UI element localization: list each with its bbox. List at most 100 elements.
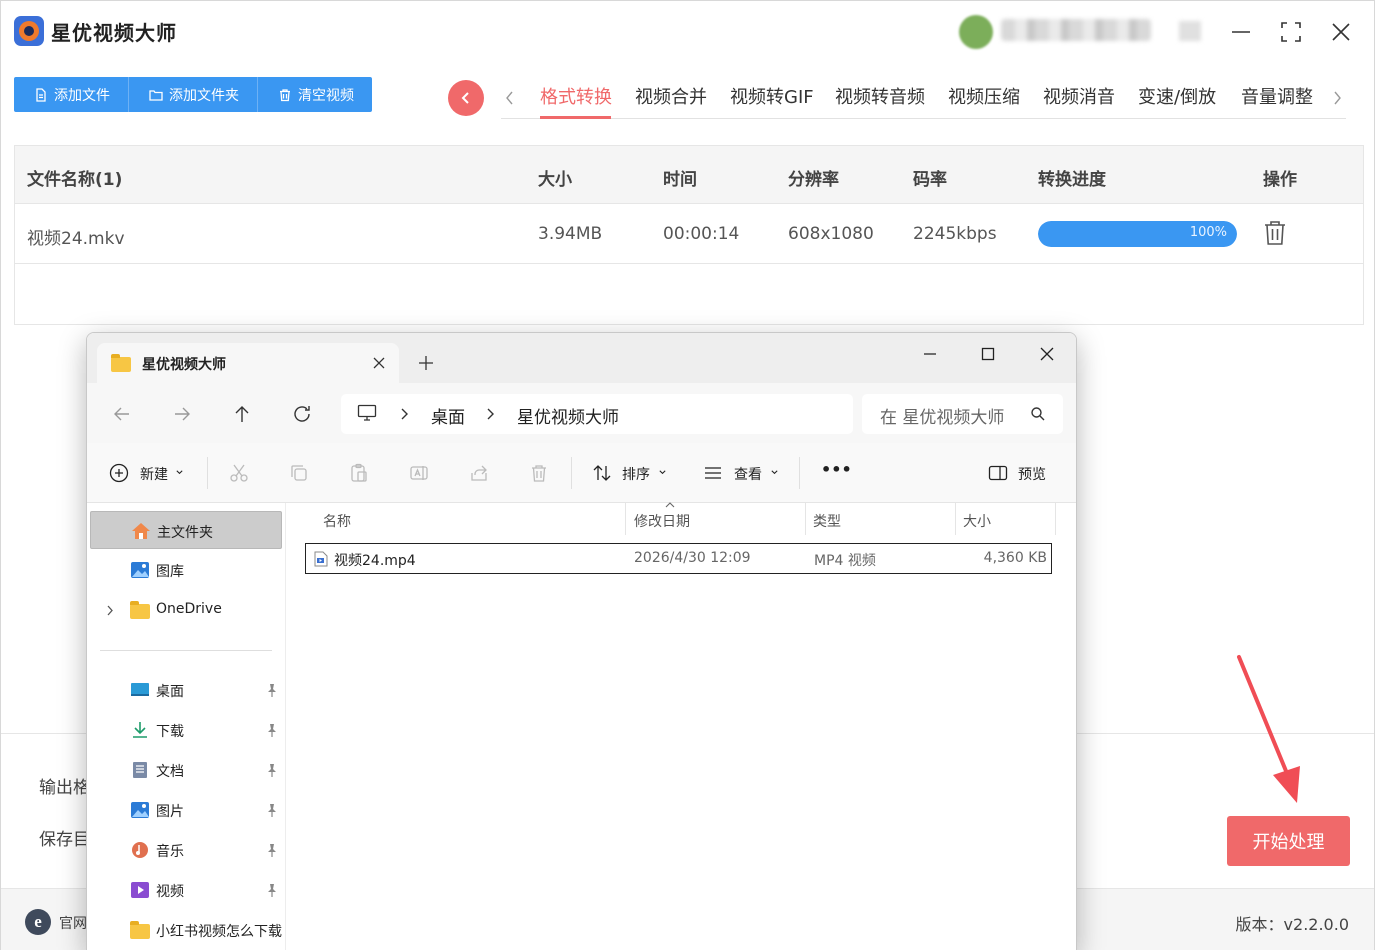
- clear-videos-button[interactable]: 清空视频: [258, 77, 372, 112]
- table-row[interactable]: 视频24.mkv 3.94MB 00:00:14 608x1080 2245kb…: [15, 204, 1363, 264]
- explorer-close-button[interactable]: [1032, 341, 1062, 367]
- column-header-modified[interactable]: 修改日期: [634, 511, 690, 531]
- delete-row-button[interactable]: [1263, 220, 1287, 246]
- sidebar-item-label: 图库: [156, 564, 184, 580]
- new-button[interactable]: 新建: [140, 464, 168, 484]
- breadcrumb-desktop[interactable]: 桌面: [431, 403, 465, 428]
- chevron-right-icon[interactable]: [106, 605, 114, 616]
- sidebar-item-gallery[interactable]: 图库: [90, 551, 282, 589]
- preview-pane-icon[interactable]: [988, 463, 1008, 483]
- home-icon: [132, 523, 150, 539]
- sort-button[interactable]: 排序: [622, 464, 650, 484]
- sidebar-item-music[interactable]: 音乐: [90, 831, 282, 869]
- sidebar-item-desktop[interactable]: 桌面: [90, 671, 282, 709]
- tab-video-compress[interactable]: 视频压缩: [948, 83, 1020, 109]
- pin-icon[interactable]: [266, 843, 278, 857]
- column-header-filename: 文件名称(1): [27, 170, 123, 190]
- divider: [625, 503, 626, 535]
- progress-text: 100%: [1189, 225, 1227, 240]
- pin-icon[interactable]: [266, 723, 278, 737]
- rename-icon[interactable]: [409, 463, 429, 483]
- add-folder-button[interactable]: 添加文件夹: [129, 77, 258, 112]
- tabs-back-button[interactable]: [448, 80, 484, 116]
- fullscreen-button[interactable]: [1273, 15, 1309, 49]
- close-tab-icon[interactable]: [371, 355, 387, 371]
- paste-icon[interactable]: [349, 463, 369, 483]
- cell-filename: 视频24.mkv: [27, 229, 125, 249]
- search-input[interactable]: 在 星优视频大师: [862, 394, 1063, 434]
- user-avatar[interactable]: [959, 15, 993, 49]
- file-list-item[interactable]: 视频24.mp4 2026/4/30 12:09 MP4 视频 4,360 KB: [305, 543, 1052, 574]
- version-label: 版本：v2.2.0.0: [1235, 915, 1349, 934]
- breadcrumb-current-folder[interactable]: 星优视频大师: [517, 403, 619, 428]
- file-list-pane: 名称 修改日期 类型 大小 视频24.mp4 2026/4/30 12:09 M…: [286, 502, 1076, 950]
- explorer-maximize-button[interactable]: [973, 341, 1003, 367]
- sidebar-item-label: 主文件夹: [157, 525, 213, 541]
- red-arrow-annotation: [1237, 655, 1300, 803]
- forward-arrow-icon[interactable]: [171, 403, 193, 425]
- refresh-icon[interactable]: [291, 403, 313, 425]
- new-tab-icon[interactable]: [417, 354, 435, 372]
- sidebar-item-xiaohongshu-folder[interactable]: 小红书视频怎么下载: [90, 911, 282, 949]
- column-header-type[interactable]: 类型: [813, 511, 841, 531]
- sort-icon[interactable]: [592, 463, 612, 483]
- pin-icon[interactable]: [266, 883, 278, 897]
- pin-icon[interactable]: [266, 803, 278, 817]
- pin-icon[interactable]: [266, 683, 278, 697]
- maximize-icon: [981, 347, 995, 361]
- tab-format-convert[interactable]: 格式转换: [540, 83, 612, 109]
- up-arrow-icon[interactable]: [231, 403, 253, 425]
- music-icon: [132, 842, 148, 858]
- sidebar-item-documents[interactable]: 文档: [90, 751, 282, 789]
- sidebar-item-home[interactable]: 主文件夹: [90, 511, 282, 549]
- view-button[interactable]: 查看: [734, 464, 762, 484]
- sidebar-item-pictures[interactable]: 图片: [90, 791, 282, 829]
- address-bar[interactable]: 桌面 星优视频大师: [341, 394, 853, 434]
- tab-video-mute[interactable]: 视频消音: [1043, 83, 1115, 109]
- app-logo-icon: [14, 16, 44, 46]
- column-header-size[interactable]: 大小: [963, 511, 991, 531]
- more-options-button[interactable]: •••: [821, 460, 852, 479]
- view-icon[interactable]: [703, 463, 723, 483]
- close-button[interactable]: [1323, 15, 1359, 49]
- column-header-size: 大小: [538, 170, 572, 190]
- cut-icon[interactable]: [229, 463, 249, 483]
- tab-video-merge[interactable]: 视频合并: [635, 83, 707, 109]
- download-icon: [133, 722, 147, 738]
- website-icon[interactable]: e: [25, 909, 51, 935]
- sidebar-item-videos[interactable]: 视频: [90, 871, 282, 909]
- sidebar-item-onedrive[interactable]: OneDrive: [90, 591, 282, 629]
- tab-video-to-audio[interactable]: 视频转音频: [835, 83, 925, 109]
- back-arrow-icon[interactable]: [111, 403, 133, 425]
- delete-icon[interactable]: [529, 463, 549, 483]
- tab-speed-reverse[interactable]: 变速/倒放: [1138, 83, 1216, 109]
- column-header-name[interactable]: 名称: [323, 511, 351, 531]
- sidebar-item-label: 下载: [156, 724, 184, 740]
- chevron-right-icon: [1334, 91, 1341, 105]
- explorer-tab[interactable]: 星优视频大师: [97, 343, 399, 383]
- tabs-scroll-left-button[interactable]: [501, 87, 519, 109]
- explorer-navbar: 桌面 星优视频大师 在 星优视频大师: [87, 383, 1076, 443]
- tab-video-to-gif[interactable]: 视频转GIF: [730, 83, 814, 109]
- start-processing-button[interactable]: 开始处理: [1227, 816, 1350, 866]
- cell-bitrate: 2245kbps: [913, 224, 997, 244]
- add-file-button[interactable]: 添加文件: [14, 77, 129, 112]
- tab-volume-adjust[interactable]: 音量调整: [1241, 83, 1313, 109]
- pin-icon[interactable]: [266, 763, 278, 777]
- divider: [100, 650, 272, 651]
- preview-button[interactable]: 预览: [1018, 464, 1046, 484]
- minimize-button[interactable]: [1223, 15, 1259, 49]
- new-plus-icon[interactable]: [109, 463, 129, 483]
- copy-icon[interactable]: [289, 463, 309, 483]
- website-link[interactable]: 官网: [59, 913, 87, 933]
- sidebar-item-downloads[interactable]: 下载: [90, 711, 282, 749]
- file-size: 4,360 KB: [983, 550, 1047, 566]
- folder-icon: [130, 921, 150, 939]
- search-placeholder: 在 星优视频大师: [880, 408, 1005, 428]
- explorer-minimize-button[interactable]: [915, 341, 945, 367]
- share-icon[interactable]: [469, 463, 489, 483]
- chevron-right-icon: [487, 408, 494, 420]
- app-titlebar: 星优视频大师: [1, 1, 1374, 61]
- tabs-scroll-right-button[interactable]: [1328, 87, 1346, 109]
- add-folder-label: 添加文件夹: [169, 87, 239, 104]
